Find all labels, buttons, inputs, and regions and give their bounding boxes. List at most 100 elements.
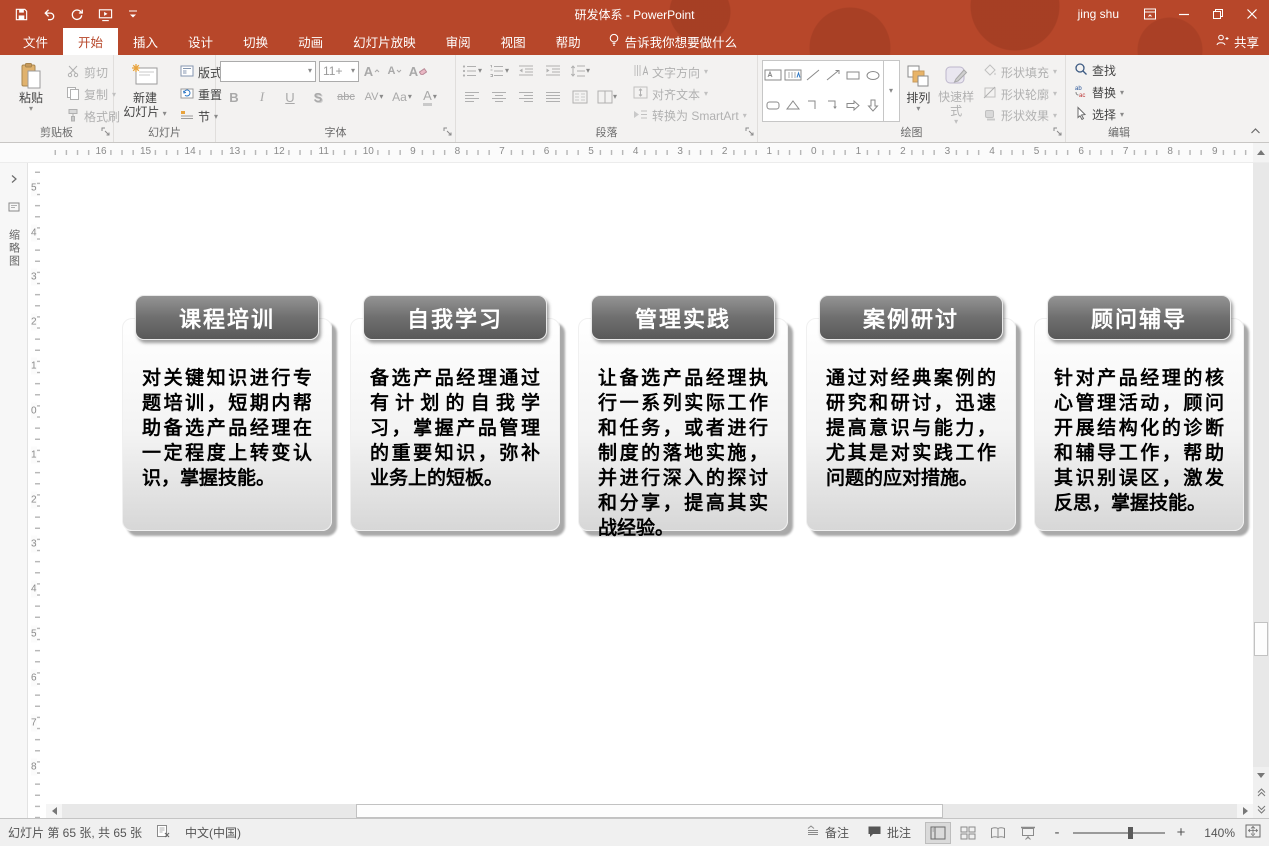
text-shadow-button[interactable]: S	[308, 87, 328, 108]
bold-button[interactable]: B	[224, 87, 244, 108]
fit-slide-to-window-icon[interactable]	[1245, 824, 1261, 841]
tab-4[interactable]: 切换	[228, 28, 283, 55]
next-slide-button[interactable]	[1253, 801, 1269, 818]
shape-outline-button[interactable]: 形状轮廓 ▾	[979, 84, 1061, 105]
horizontal-scroll-thumb[interactable]	[356, 804, 944, 818]
increase-indent-button[interactable]	[541, 61, 565, 82]
line-shape-icon[interactable]	[805, 68, 821, 85]
vertical-text-box-shape-icon[interactable]	[784, 68, 802, 85]
tell-me-box[interactable]: 告诉我你想要做什么	[596, 28, 750, 55]
align-text-button[interactable]: 对齐文本 ▾	[629, 84, 751, 105]
slide-card-5[interactable]: 针对产品经理的核心管理活动，顾问开展结构化的诊断和辅导工作，帮助其识别误区，激发…	[1034, 295, 1244, 531]
new-slide-button[interactable]: 新建 幻灯片 ▾	[118, 58, 172, 119]
bullets-button[interactable]: ▾	[460, 61, 484, 82]
paragraph-dialog-launcher-icon[interactable]	[745, 125, 754, 139]
shapes-gallery[interactable]: ▾	[762, 60, 900, 122]
tab-6[interactable]: 幻灯片放映	[338, 28, 431, 55]
drawing-dialog-launcher-icon[interactable]	[1053, 125, 1062, 139]
triangle-shape-icon[interactable]	[785, 98, 801, 115]
thumbnail-panel-collapsed[interactable]: 缩略图	[0, 163, 28, 818]
card-body[interactable]: 针对产品经理的核心管理活动，顾问开展结构化的诊断和辅导工作，帮助其识别误区，激发…	[1034, 318, 1244, 531]
shapes-gallery-more-icon[interactable]: ▾	[883, 61, 899, 121]
share-button[interactable]: 共享	[1215, 28, 1259, 55]
slide-card-4[interactable]: 通过对经典案例的研究和研讨，迅速提高意识与能力，尤其是对实践工作问题的应对措施。…	[806, 295, 1016, 531]
elbow-connector-shape-icon[interactable]	[805, 98, 821, 115]
card-title[interactable]: 顾问辅导	[1047, 295, 1231, 340]
zoom-slider[interactable]	[1073, 832, 1165, 834]
zoom-in-button[interactable]: +	[1175, 824, 1187, 841]
slide-card-3[interactable]: 让备选产品经理执行一系列实际工作和任务，或者进行制度的落地实施，并进行深入的探讨…	[578, 295, 788, 531]
arrow-shape-icon[interactable]	[825, 68, 841, 85]
align-left-button[interactable]	[460, 87, 484, 108]
find-button[interactable]: 查找	[1070, 60, 1128, 81]
ribbon-display-options-icon[interactable]	[1133, 0, 1167, 28]
expand-panel-chevron-icon[interactable]	[10, 173, 18, 187]
clear-formatting-button[interactable]: A	[408, 61, 428, 82]
text-direction-button[interactable]: 文字方向 ▾	[629, 62, 751, 83]
undo-icon[interactable]	[36, 2, 62, 26]
decrease-indent-button[interactable]	[514, 61, 538, 82]
card-title[interactable]: 案例研讨	[819, 295, 1003, 340]
reading-view-button[interactable]	[985, 822, 1011, 844]
font-dialog-launcher-icon[interactable]	[443, 125, 452, 139]
right-arrow-shape-icon[interactable]	[845, 98, 861, 115]
zoom-out-button[interactable]: -	[1051, 824, 1063, 841]
slide-sorter-view-button[interactable]	[955, 822, 981, 844]
convert-to-smartart-button[interactable]: 转换为 SmartArt ▾	[629, 105, 751, 126]
down-arrow-shape-icon[interactable]	[865, 98, 881, 115]
slide-card-2[interactable]: 备选产品经理通过有计划的自我学习，掌握产品管理的重要知识，弥补业务上的短板。自我…	[350, 295, 560, 531]
horizontal-ruler[interactable]: 161514131211109876543210123456789	[46, 143, 1253, 162]
previous-slide-button[interactable]	[1253, 784, 1269, 801]
vertical-scroll-thumb[interactable]	[1254, 622, 1268, 656]
card-title[interactable]: 管理实践	[591, 295, 775, 340]
card-body[interactable]: 通过对经典案例的研究和研讨，迅速提高意识与能力，尤其是对实践工作问题的应对措施。	[806, 318, 1016, 531]
tab-file[interactable]: 文件	[8, 28, 63, 55]
justify-button[interactable]	[541, 87, 565, 108]
zoom-slider-thumb[interactable]	[1128, 827, 1133, 839]
replace-button[interactable]: abac 替换 ▾	[1070, 82, 1128, 103]
vertical-scrollbar[interactable]	[1253, 163, 1269, 818]
distribute-columns-button[interactable]	[568, 87, 592, 108]
card-body[interactable]: 对关键知识进行专题培训，短期内帮助备选产品经理在一定程度上转变认识，掌握技能。	[122, 318, 332, 531]
normal-view-button[interactable]	[925, 822, 951, 844]
font-size-combobox[interactable]: 11+ ▾	[319, 61, 359, 82]
minimize-button[interactable]	[1167, 0, 1201, 28]
slide-counter[interactable]: 幻灯片 第 65 张, 共 65 张	[8, 824, 142, 841]
tab-8[interactable]: 视图	[486, 28, 541, 55]
shape-effects-button[interactable]: 形状效果 ▾	[979, 105, 1061, 126]
user-name[interactable]: jing shu	[1078, 7, 1119, 21]
repeat-icon[interactable]	[64, 2, 90, 26]
customize-qat-icon[interactable]	[120, 2, 146, 26]
clipboard-dialog-launcher-icon[interactable]	[101, 125, 110, 139]
font-name-combobox[interactable]: ▾	[220, 61, 316, 82]
underline-button[interactable]: U	[280, 87, 300, 108]
shape-fill-button[interactable]: 形状填充 ▾	[979, 62, 1061, 83]
comments-button[interactable]: 批注	[863, 821, 915, 845]
scroll-left-icon[interactable]	[46, 804, 62, 818]
arrange-button[interactable]: 排列 ▾	[900, 58, 938, 126]
card-body[interactable]: 备选产品经理通过有计划的自我学习，掌握产品管理的重要知识，弥补业务上的短板。	[350, 318, 560, 531]
card-title[interactable]: 课程培训	[135, 295, 319, 340]
start-slideshow-icon[interactable]	[92, 2, 118, 26]
tab-5[interactable]: 动画	[283, 28, 338, 55]
slideshow-view-button[interactable]	[1015, 822, 1041, 844]
align-center-button[interactable]	[487, 87, 511, 108]
spell-check-icon[interactable]	[156, 824, 171, 841]
oval-shape-icon[interactable]	[865, 68, 881, 85]
numbering-button[interactable]: ▾	[487, 61, 511, 82]
paste-button[interactable]: 粘贴 ▾	[4, 58, 58, 113]
decrease-font-size-button[interactable]: A	[385, 61, 405, 82]
strikethrough-button[interactable]: abc	[336, 87, 356, 108]
font-color-button[interactable]: A▾	[420, 87, 440, 108]
tab-2[interactable]: 插入	[118, 28, 173, 55]
elbow-arrow-connector-shape-icon[interactable]	[825, 98, 841, 115]
line-spacing-button[interactable]: ▾	[568, 61, 592, 82]
notes-button[interactable]: 备注	[802, 821, 853, 845]
text-box-shape-icon[interactable]	[764, 68, 782, 85]
scroll-down-icon[interactable]	[1253, 767, 1269, 784]
rectangle-shape-icon[interactable]	[845, 68, 861, 85]
zoom-percentage[interactable]: 140%	[1197, 826, 1235, 840]
slide-card-1[interactable]: 对关键知识进行专题培训，短期内帮助备选产品经理在一定程度上转变认识，掌握技能。课…	[122, 295, 332, 531]
character-spacing-button[interactable]: AV▾	[364, 87, 384, 108]
language-status[interactable]: 中文(中国)	[185, 824, 241, 841]
